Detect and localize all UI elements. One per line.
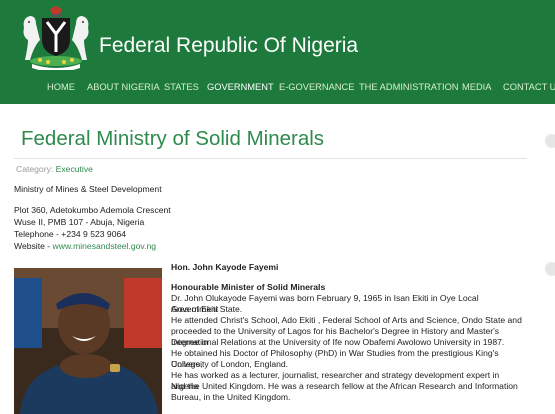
nav-states[interactable]: STATES <box>164 82 199 92</box>
minister-role: Honourable Minister of Solid Minerals <box>171 282 326 292</box>
sidebar-widget-icon <box>545 262 555 276</box>
website-line: Website - www.minesandsteel.gov.ng <box>14 241 156 251</box>
nav-contact-us[interactable]: CONTACT US <box>503 82 555 92</box>
bio-line: Bureau, in the United Kingdom. <box>171 392 291 402</box>
address-line-1: Plot 360, Adetokumbo Ademola Crescent <box>14 205 171 215</box>
page-title: Federal Ministry of Solid Minerals <box>21 127 325 150</box>
nav-the-administration[interactable]: THE ADMINISTRATION <box>359 82 459 92</box>
bio-line: Area of Ekiti State. <box>171 304 243 314</box>
category-link[interactable]: Executive <box>56 164 93 174</box>
site-header: Federal Republic Of Nigeria HOME ABOUT N… <box>0 0 555 104</box>
bio-line: International Relations at the Universit… <box>171 337 505 347</box>
site-title[interactable]: Federal Republic Of Nigeria <box>99 34 358 58</box>
telephone: Telephone - +234 9 523 9064 <box>14 229 127 239</box>
bio-line: He attended Christ's School, Ado Ekiti ,… <box>171 315 522 325</box>
nav-home[interactable]: HOME <box>47 82 75 92</box>
sidebar-widget-icon <box>545 134 555 148</box>
main-navigation: HOME ABOUT NIGERIA STATES GOVERNMENT E-G… <box>0 76 555 100</box>
bio-line: University of London, England. <box>171 359 289 369</box>
category-line: Category: Executive <box>16 164 93 174</box>
bio-line: and the United Kingdom. He was a researc… <box>171 381 518 391</box>
minister-name: Hon. John Kayode Fayemi <box>171 262 279 272</box>
website-link[interactable]: www.minesandsteel.gov.ng <box>53 241 157 251</box>
nav-about-nigeria[interactable]: ABOUT NIGERIA <box>87 82 160 92</box>
coat-of-arms-logo[interactable] <box>18 6 94 70</box>
minister-photo <box>14 268 162 414</box>
website-label: Website - <box>14 241 53 251</box>
title-divider <box>14 158 527 159</box>
nav-e-governance[interactable]: E-GOVERNANCE <box>279 82 354 92</box>
address-line-2: Wuse II, PMB 107 - Abuja, Nigeria <box>14 217 145 227</box>
ministry-name: Ministry of Mines & Steel Development <box>14 184 162 194</box>
nav-government[interactable]: GOVERNMENT <box>207 82 274 92</box>
nav-media[interactable]: MEDIA <box>462 82 491 92</box>
category-label: Category: <box>16 164 54 174</box>
